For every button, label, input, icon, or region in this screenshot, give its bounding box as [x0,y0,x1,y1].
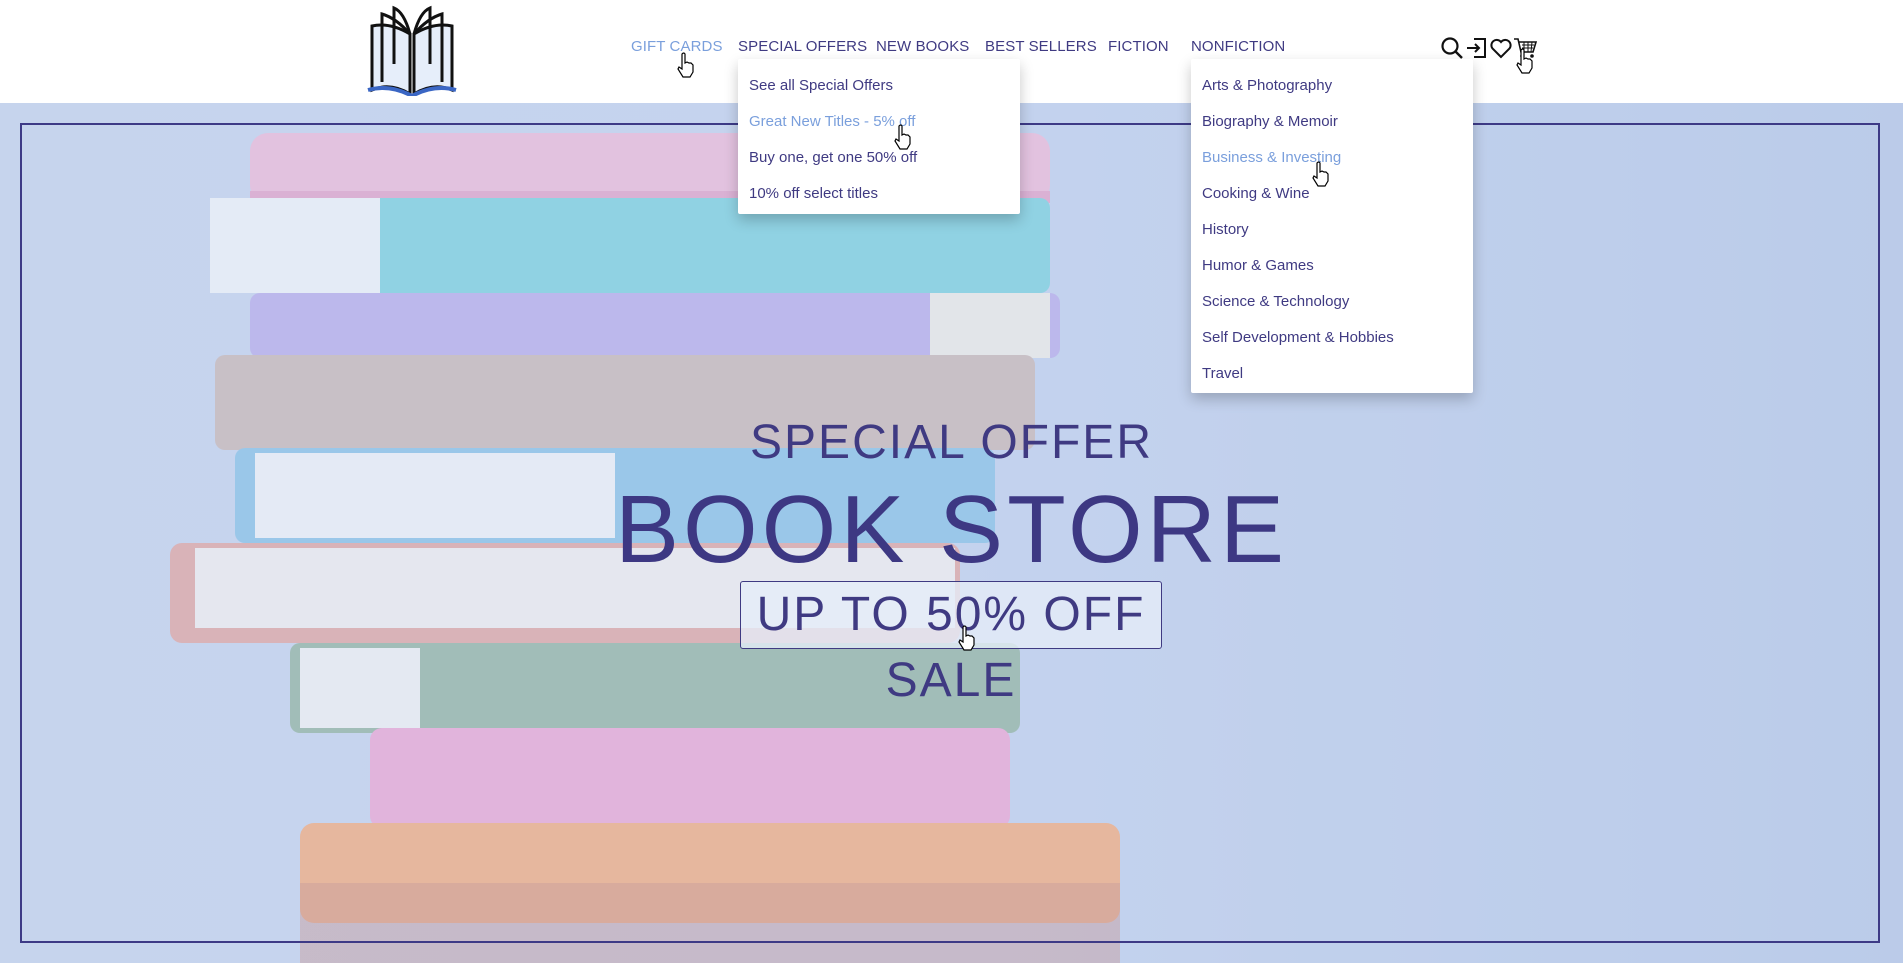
heart-icon[interactable] [1489,36,1513,60]
menu-item-arts-photography[interactable]: Arts & Photography [1202,77,1332,94]
menu-item-biography-memoir[interactable]: Biography & Memoir [1202,113,1338,130]
menu-item-humor-games[interactable]: Humor & Games [1202,257,1314,274]
nav-best-sellers[interactable]: BEST SELLERS [985,38,1097,55]
nav-fiction[interactable]: FICTION [1108,38,1169,55]
hero-content: SPECIAL OFFER BOOK STORE UP TO 50% OFF S… [0,103,1903,963]
search-icon[interactable] [1440,36,1464,60]
nav-gift-cards[interactable]: GIFT CARDS [631,38,723,55]
nonfiction-dropdown: Arts & Photography Biography & Memoir Bu… [1191,59,1473,393]
nav-new-books[interactable]: NEW BOOKS [876,38,969,55]
hero-title: BOOK STORE [614,476,1289,583]
hero-banner: SPECIAL OFFER BOOK STORE UP TO 50% OFF S… [0,103,1903,963]
hero-subtitle: SPECIAL OFFER [750,416,1153,469]
nav-nonfiction[interactable]: NONFICTION [1191,38,1285,55]
menu-item-great-new-titles[interactable]: Great New Titles - 5% off [749,113,915,130]
menu-item-10-off[interactable]: 10% off select titles [749,185,878,202]
menu-item-science-technology[interactable]: Science & Technology [1202,293,1349,310]
menu-item-travel[interactable]: Travel [1202,365,1243,382]
menu-item-cooking-wine[interactable]: Cooking & Wine [1202,185,1310,202]
menu-item-see-all-offers[interactable]: See all Special Offers [749,77,893,94]
sale-button[interactable]: UP TO 50% OFF SALE [740,581,1162,707]
menu-item-business-investing[interactable]: Business & Investing [1202,149,1341,166]
special-offers-dropdown: See all Special Offers Great New Titles … [738,59,1020,214]
menu-item-history[interactable]: History [1202,221,1249,238]
nav-special-offers[interactable]: SPECIAL OFFERS [738,38,867,55]
login-icon[interactable] [1465,36,1489,60]
cart-icon[interactable] [1513,36,1537,60]
menu-item-self-development-hobbies[interactable]: Self Development & Hobbies [1202,329,1394,346]
menu-item-bogo-50[interactable]: Buy one, get one 50% off [749,149,917,166]
